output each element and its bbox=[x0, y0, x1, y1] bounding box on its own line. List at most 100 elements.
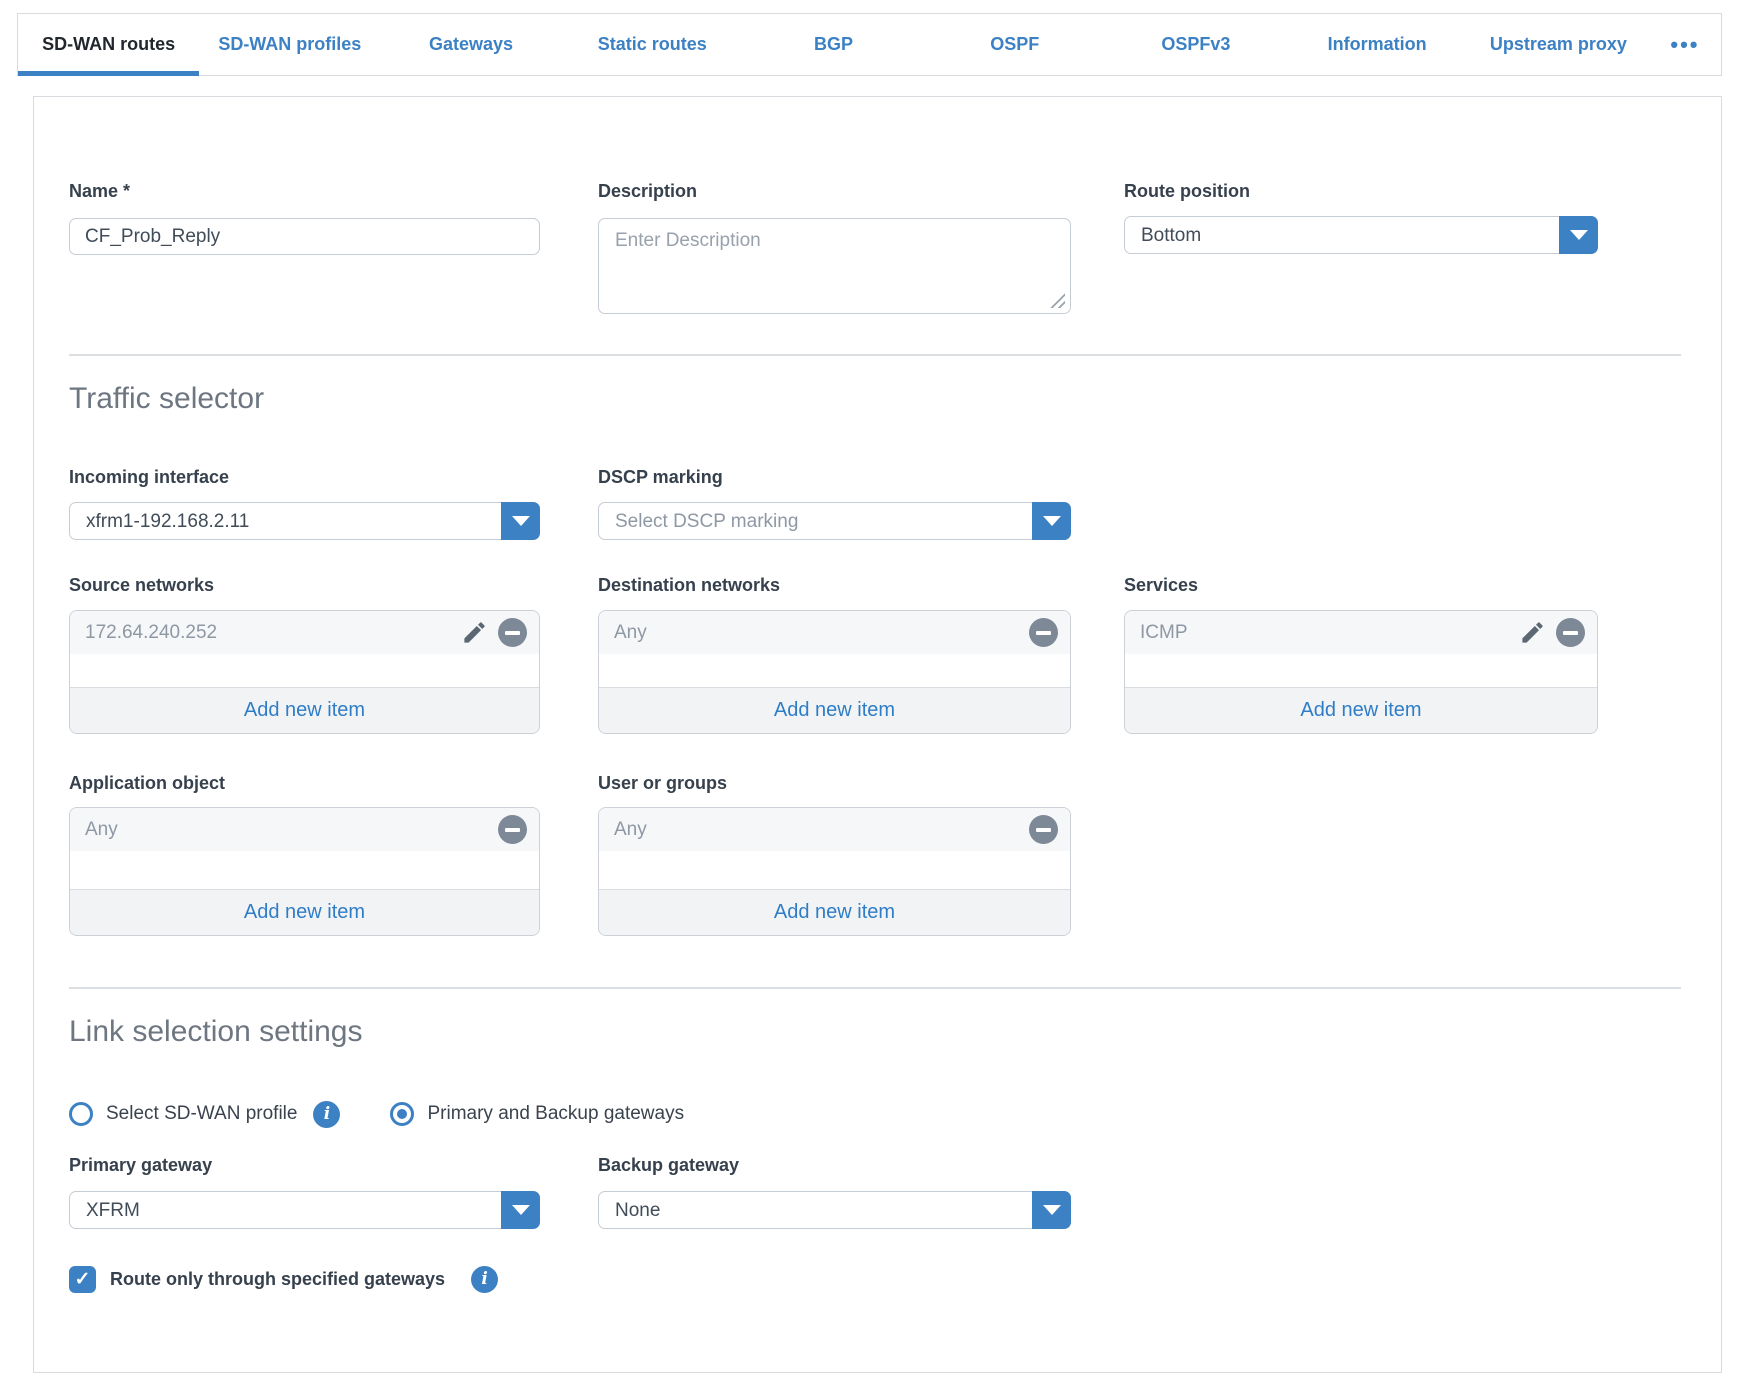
list-spacer bbox=[599, 851, 1070, 889]
chevron-down-icon bbox=[1570, 230, 1588, 240]
route-position-label: Route position bbox=[1124, 181, 1250, 202]
user-or-groups-label: User or groups bbox=[598, 773, 727, 794]
link-selection-heading: Link selection settings bbox=[69, 1015, 363, 1049]
route-form-card: Name * Description Enter Description Rou… bbox=[33, 96, 1722, 1373]
tab-ospfv3[interactable]: OSPFv3 bbox=[1105, 14, 1286, 75]
incoming-interface-label: Incoming interface bbox=[69, 467, 229, 488]
name-input[interactable] bbox=[69, 218, 540, 255]
services-add-new-item-button[interactable]: Add new item bbox=[1125, 687, 1597, 733]
remove-icon[interactable] bbox=[1556, 618, 1585, 647]
tab-label: SD-WAN routes bbox=[42, 34, 175, 55]
route-only-row: ✓ Route only through specified gateways … bbox=[69, 1265, 498, 1293]
list-spacer bbox=[1125, 654, 1597, 687]
user-or-groups-add-new-item-button[interactable]: Add new item bbox=[599, 889, 1070, 935]
sd-wan-route-editor: SD-WAN routes SD-WAN profiles Gateways S… bbox=[0, 0, 1746, 1380]
tab-sd-wan-profiles[interactable]: SD-WAN profiles bbox=[199, 14, 380, 75]
remove-icon[interactable] bbox=[1029, 618, 1058, 647]
info-icon[interactable]: i bbox=[471, 1266, 498, 1293]
tab-label: BGP bbox=[814, 34, 853, 55]
primary-gateway-dropdown-button[interactable] bbox=[501, 1191, 540, 1229]
chevron-down-icon bbox=[512, 516, 530, 526]
name-label: Name * bbox=[69, 181, 130, 202]
primary-gateway-label: Primary gateway bbox=[69, 1155, 212, 1176]
list-spacer bbox=[70, 851, 539, 889]
list-item: Any bbox=[599, 808, 1070, 851]
incoming-interface-value: xfrm1-192.168.2.11 bbox=[86, 503, 249, 540]
tab-bgp[interactable]: BGP bbox=[743, 14, 924, 75]
route-only-checkbox[interactable]: ✓ bbox=[69, 1266, 96, 1293]
ellipsis-icon: ••• bbox=[1670, 40, 1699, 50]
remove-icon[interactable] bbox=[498, 618, 527, 647]
list-spacer bbox=[599, 654, 1070, 687]
route-position-dropdown[interactable]: Bottom bbox=[1124, 216, 1598, 254]
user-or-groups-listbox: Any Add new item bbox=[598, 807, 1071, 936]
services-label: Services bbox=[1124, 575, 1198, 596]
info-icon[interactable]: i bbox=[313, 1101, 340, 1128]
description-textarea[interactable]: Enter Description bbox=[598, 218, 1071, 314]
dscp-marking-dropdown-button[interactable] bbox=[1032, 502, 1071, 540]
tab-gateways[interactable]: Gateways bbox=[380, 14, 561, 75]
list-item-value: Any bbox=[85, 819, 498, 841]
dscp-marking-dropdown[interactable]: Select DSCP marking bbox=[598, 502, 1071, 540]
tab-more-button[interactable]: ••• bbox=[1649, 14, 1721, 75]
resize-handle-icon[interactable] bbox=[1050, 293, 1065, 308]
description-label: Description bbox=[598, 181, 697, 202]
application-object-listbox: Any Add new item bbox=[69, 807, 540, 936]
chevron-down-icon bbox=[512, 1205, 530, 1215]
tab-bar: SD-WAN routes SD-WAN profiles Gateways S… bbox=[17, 13, 1722, 76]
radio-select-sd-wan-profile[interactable] bbox=[69, 1102, 93, 1126]
chevron-down-icon bbox=[1043, 1205, 1061, 1215]
primary-gateway-value: XFRM bbox=[86, 1192, 140, 1229]
remove-icon[interactable] bbox=[498, 815, 527, 844]
radio-primary-backup-gateways[interactable] bbox=[390, 1102, 414, 1126]
dscp-marking-label: DSCP marking bbox=[598, 467, 723, 488]
tab-label: OSPF bbox=[990, 34, 1039, 55]
services-listbox: ICMP Add new item bbox=[1124, 610, 1598, 734]
tab-sd-wan-routes[interactable]: SD-WAN routes bbox=[18, 14, 199, 75]
backup-gateway-dropdown-button[interactable] bbox=[1032, 1191, 1071, 1229]
route-only-label: Route only through specified gateways bbox=[110, 1269, 445, 1290]
tab-ospf[interactable]: OSPF bbox=[924, 14, 1105, 75]
description-placeholder: Enter Description bbox=[615, 230, 761, 252]
destination-networks-label: Destination networks bbox=[598, 575, 780, 596]
list-item-value: Any bbox=[614, 819, 1029, 841]
application-object-add-new-item-button[interactable]: Add new item bbox=[70, 889, 539, 935]
list-item-value: Any bbox=[614, 622, 1029, 644]
backup-gateway-dropdown[interactable]: None bbox=[598, 1191, 1071, 1229]
list-item: 172.64.240.252 bbox=[70, 611, 539, 654]
list-item: Any bbox=[599, 611, 1070, 654]
chevron-down-icon bbox=[1043, 516, 1061, 526]
application-object-label: Application object bbox=[69, 773, 225, 794]
route-position-dropdown-button[interactable] bbox=[1559, 216, 1598, 254]
radio-label: Primary and Backup gateways bbox=[427, 1103, 684, 1125]
remove-icon[interactable] bbox=[1029, 815, 1058, 844]
section-divider bbox=[69, 987, 1681, 989]
link-selection-radio-group: Select SD-WAN profile i Primary and Back… bbox=[69, 1100, 684, 1128]
radio-label: Select SD-WAN profile bbox=[106, 1103, 297, 1125]
tab-upstream-proxy[interactable]: Upstream proxy bbox=[1468, 14, 1649, 75]
tab-label: Gateways bbox=[429, 34, 513, 55]
tab-label: SD-WAN profiles bbox=[218, 34, 361, 55]
tab-static-routes[interactable]: Static routes bbox=[562, 14, 743, 75]
section-divider bbox=[69, 354, 1681, 356]
primary-gateway-dropdown[interactable]: XFRM bbox=[69, 1191, 540, 1229]
tab-label: Information bbox=[1328, 34, 1427, 55]
tab-label: Upstream proxy bbox=[1490, 34, 1627, 55]
list-item-value: ICMP bbox=[1140, 622, 1519, 644]
list-item: Any bbox=[70, 808, 539, 851]
dscp-marking-placeholder: Select DSCP marking bbox=[615, 503, 798, 540]
destination-networks-add-new-item-button[interactable]: Add new item bbox=[599, 687, 1070, 733]
backup-gateway-label: Backup gateway bbox=[598, 1155, 739, 1176]
tab-label: OSPFv3 bbox=[1161, 34, 1230, 55]
incoming-interface-dropdown[interactable]: xfrm1-192.168.2.11 bbox=[69, 502, 540, 540]
list-item-value: 172.64.240.252 bbox=[85, 622, 461, 644]
incoming-interface-dropdown-button[interactable] bbox=[501, 502, 540, 540]
edit-icon[interactable] bbox=[461, 619, 488, 646]
source-networks-listbox: 172.64.240.252 Add new item bbox=[69, 610, 540, 734]
tab-label: Static routes bbox=[598, 34, 707, 55]
tab-information[interactable]: Information bbox=[1287, 14, 1468, 75]
list-spacer bbox=[70, 654, 539, 687]
route-position-value: Bottom bbox=[1141, 217, 1201, 254]
edit-icon[interactable] bbox=[1519, 619, 1546, 646]
source-networks-add-new-item-button[interactable]: Add new item bbox=[70, 687, 539, 733]
